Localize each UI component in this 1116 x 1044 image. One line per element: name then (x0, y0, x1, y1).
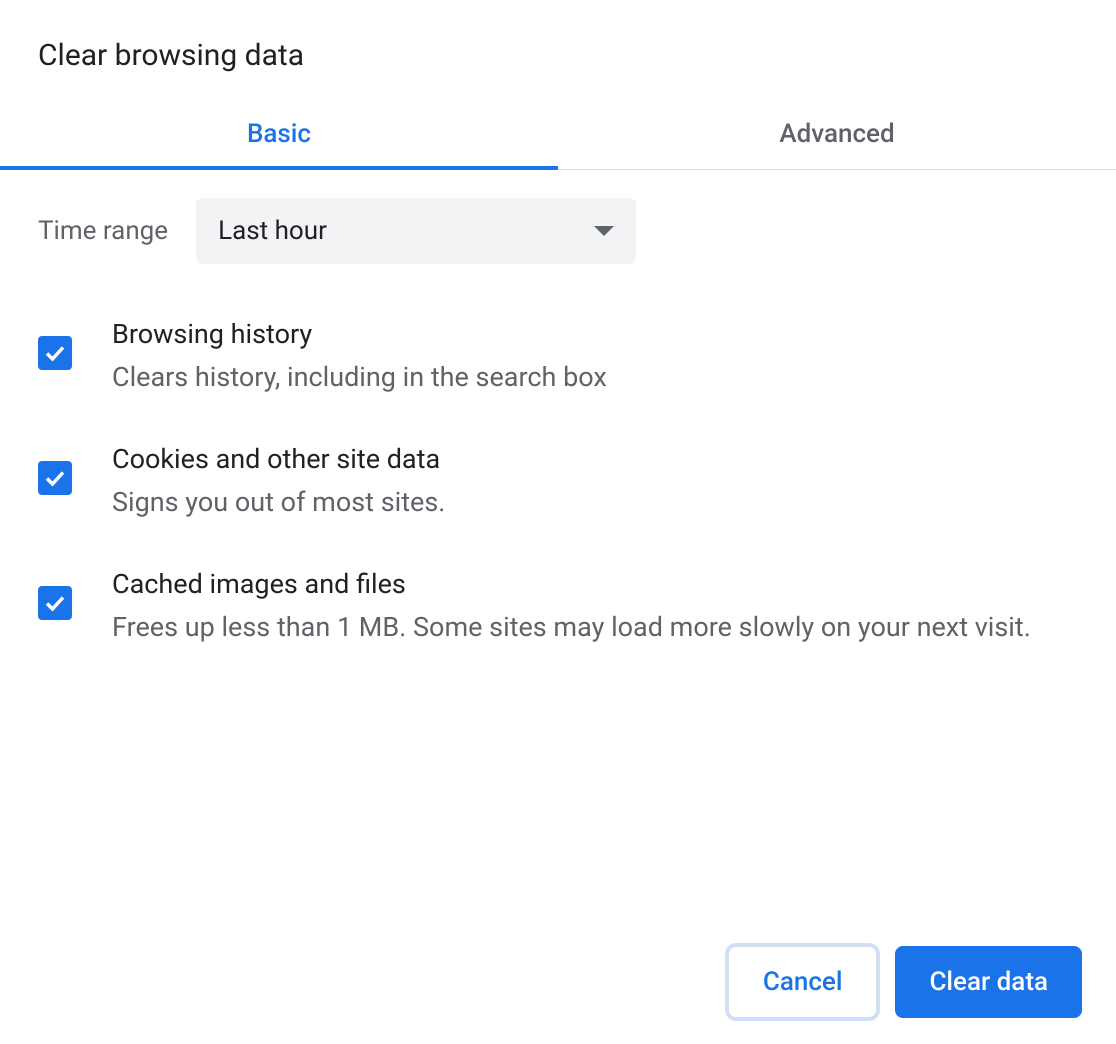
option-desc: Frees up less than 1 MB. Some sites may … (112, 608, 1078, 647)
option-text: Browsing history Clears history, includi… (112, 318, 1078, 397)
dropdown-arrow-icon (594, 226, 614, 236)
option-title: Cached images and files (112, 568, 1078, 600)
tabs: Basic Advanced (0, 101, 1116, 170)
dialog-footer: Cancel Clear data (0, 946, 1116, 1044)
option-text: Cookies and other site data Signs you ou… (112, 443, 1078, 522)
option-text: Cached images and files Frees up less th… (112, 568, 1078, 647)
clear-data-button[interactable]: Clear data (895, 946, 1082, 1018)
time-range-select[interactable]: Last hour (196, 198, 636, 264)
time-range-value: Last hour (218, 216, 327, 246)
check-icon (43, 591, 67, 615)
time-range-label: Time range (38, 216, 168, 246)
cancel-button[interactable]: Cancel (728, 946, 878, 1018)
checkbox-browsing-history[interactable] (38, 336, 72, 370)
check-icon (43, 341, 67, 365)
option-title: Browsing history (112, 318, 1078, 350)
check-icon (43, 466, 67, 490)
dialog-title: Clear browsing data (0, 0, 1116, 101)
dialog-content: Time range Last hour Browsing history Cl… (0, 170, 1116, 946)
time-range-row: Time range Last hour (38, 198, 1078, 264)
option-desc: Signs you out of most sites. (112, 483, 1078, 522)
option-cookies: Cookies and other site data Signs you ou… (38, 443, 1078, 522)
tab-advanced[interactable]: Advanced (558, 101, 1116, 169)
clear-browsing-data-dialog: Clear browsing data Basic Advanced Time … (0, 0, 1116, 1044)
option-title: Cookies and other site data (112, 443, 1078, 475)
option-browsing-history: Browsing history Clears history, includi… (38, 318, 1078, 397)
checkbox-cache[interactable] (38, 586, 72, 620)
tab-basic[interactable]: Basic (0, 101, 558, 169)
option-cache: Cached images and files Frees up less th… (38, 568, 1078, 647)
option-desc: Clears history, including in the search … (112, 358, 1078, 397)
checkbox-cookies[interactable] (38, 461, 72, 495)
